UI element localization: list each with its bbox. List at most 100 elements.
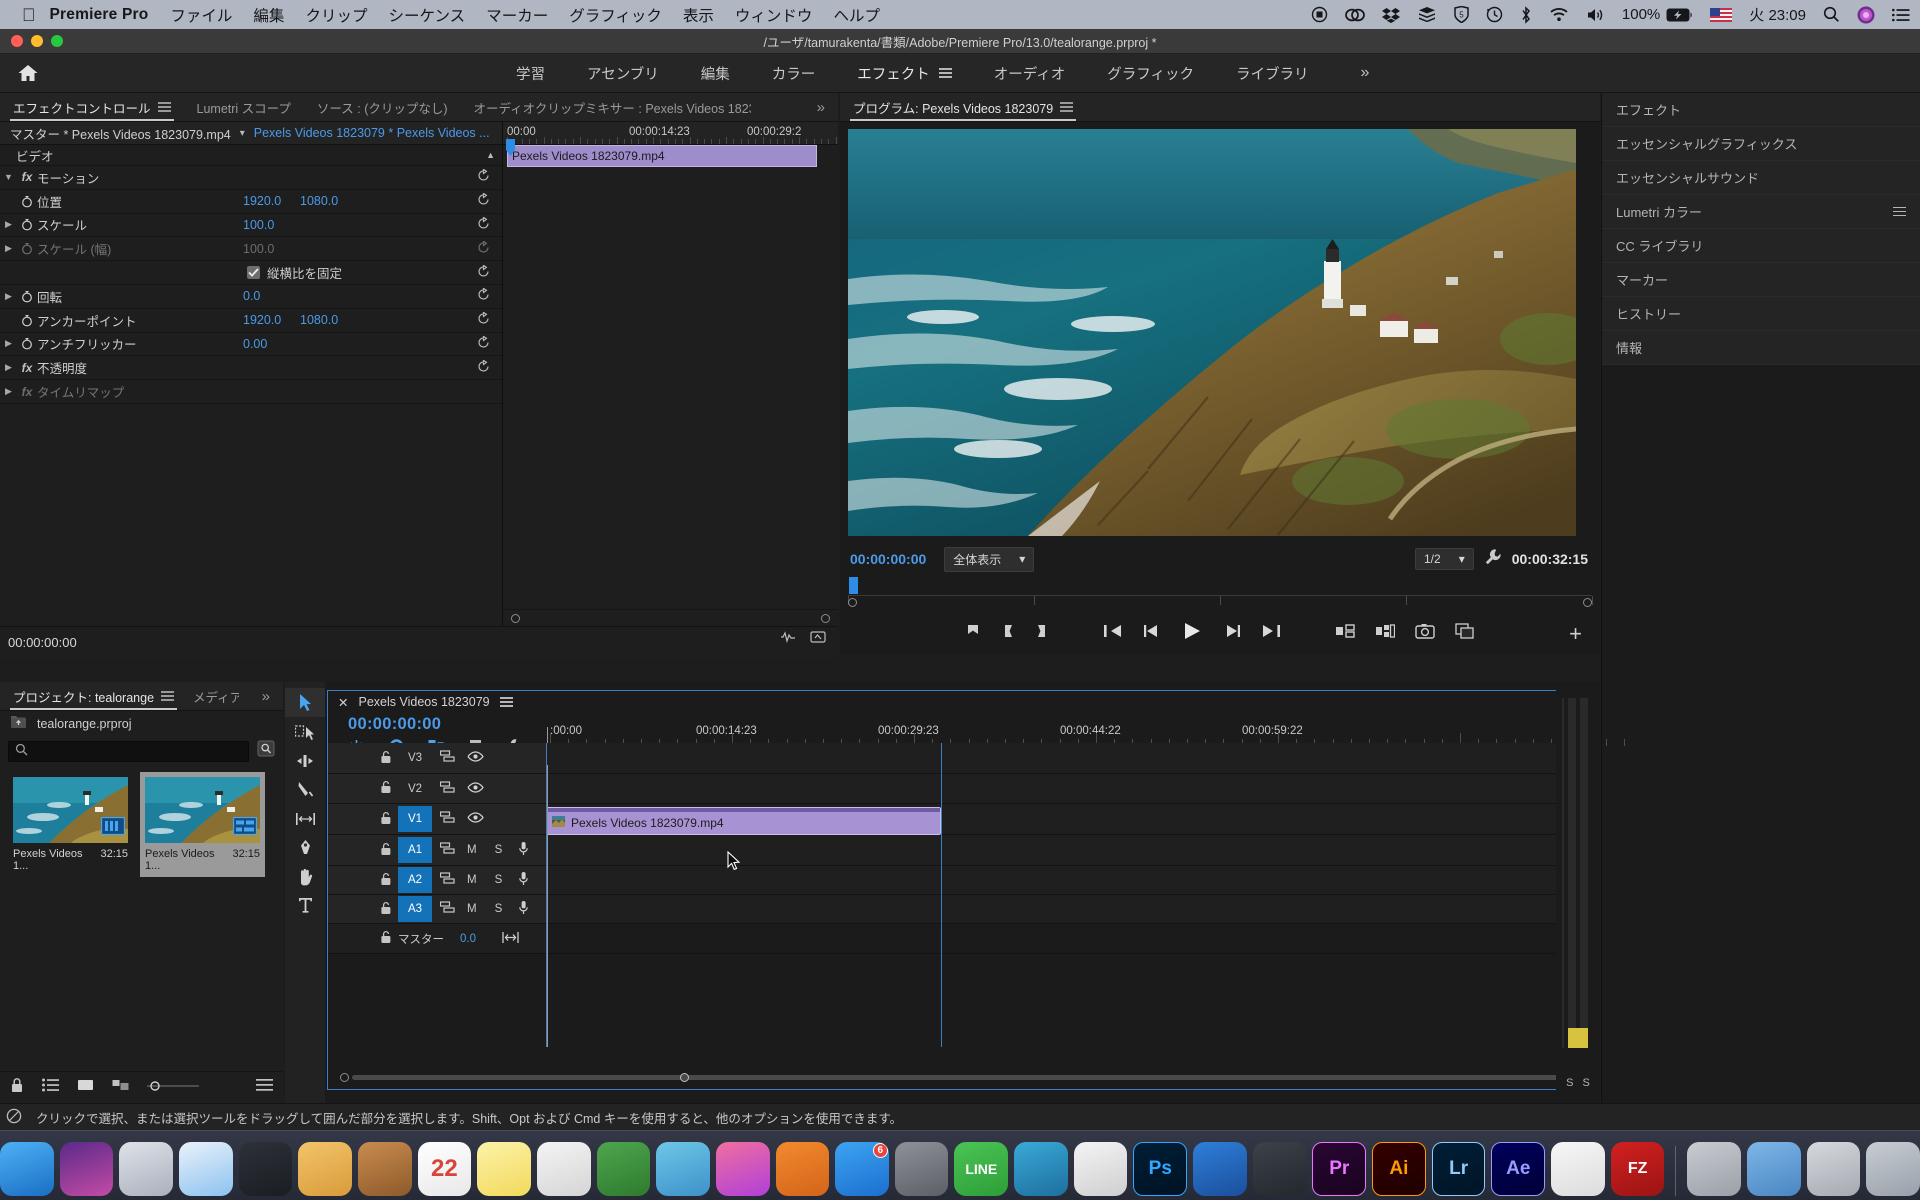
home-icon[interactable] [0,63,56,83]
menubar-clock[interactable]: 火 23:09 [1749,4,1806,25]
dock-item-news[interactable] [536,1142,591,1196]
menubar-app-name[interactable]: Premiere Pro [50,6,149,24]
sidebar-item-effects[interactable]: エフェクト [1602,93,1920,127]
stopwatch-icon[interactable] [17,218,37,231]
stopwatch-icon[interactable] [17,242,37,255]
lock-icon[interactable] [380,901,392,918]
step-forward-icon[interactable] [1223,624,1241,643]
twirl-icon[interactable]: ▶ [0,338,17,349]
workspace-tab-assembly[interactable]: アセンブリ [587,63,659,84]
menu-file[interactable]: ファイル [170,4,232,26]
program-current-timecode[interactable]: 00:00:00:00 [850,551,926,567]
dock-item-trash[interactable] [1866,1142,1920,1196]
mute-button[interactable]: M [467,874,477,886]
dock-item-calendar[interactable]: 22 [417,1142,472,1196]
scroll-track[interactable] [511,614,830,623]
icon-view-icon[interactable] [77,1078,94,1097]
workspace-tab-editing[interactable]: 編集 [701,63,730,84]
lock-icon[interactable] [380,872,392,889]
fx-value-y[interactable]: 1080.0 [300,313,338,327]
effect-controls-timeline[interactable]: 00:00 00:00:14:23 00:00:29:2 Pexels Vide… [503,122,838,626]
menu-sequence[interactable]: シーケンス [388,4,465,26]
effect-controls-overflow-icon[interactable]: » [804,93,838,121]
master-meter-icon[interactable] [502,931,519,947]
eye-icon[interactable] [467,781,484,796]
reset-icon[interactable] [477,239,490,257]
effect-controls-scrollbar[interactable] [503,609,838,626]
fx-value[interactable]: 100.0 [243,242,274,256]
menu-help[interactable]: ヘルプ [833,4,880,26]
project-item[interactable]: Pexels Videos 1... 32:15 [140,772,265,877]
eye-icon[interactable] [467,812,484,826]
dock-item-pages[interactable] [1551,1142,1605,1196]
sync-lock-icon[interactable] [439,872,455,888]
track-name-label[interactable]: A2 [398,867,432,893]
fx-param-anchor-point[interactable]: アンカーポイント 1920.0 1080.0 [0,309,502,333]
track-name-label[interactable]: A1 [398,837,432,863]
scroll-handle-right[interactable] [821,614,830,623]
step-back-icon[interactable] [1143,624,1161,643]
reset-icon[interactable] [477,216,490,233]
scroll-handle-left[interactable] [511,614,520,623]
meter-solo-right[interactable]: S [1583,1077,1590,1089]
checkbox-checked-icon[interactable] [247,266,260,280]
collapse-icon[interactable]: ▲ [486,150,495,160]
slip-tool[interactable] [285,804,325,833]
bluetooth-icon[interactable] [1520,5,1532,24]
hand-tool[interactable] [285,862,325,891]
volume-icon[interactable] [1586,7,1605,23]
export-frame-icon[interactable] [1415,623,1435,644]
dock-item-printer[interactable] [1806,1142,1861,1196]
dock-item-premiere-pro[interactable]: Pr [1312,1142,1367,1196]
workspace-tab-learning[interactable]: 学習 [516,63,545,84]
twirl-icon[interactable]: ▶ [0,291,17,302]
search-input[interactable] [8,740,249,762]
hamburger-icon[interactable] [1893,204,1906,219]
dock-item-downloads-folder[interactable] [1747,1142,1801,1196]
fx-value[interactable]: 0.0 [243,289,260,303]
control-center-icon[interactable] [1892,8,1910,22]
reset-icon[interactable] [477,192,490,209]
creative-cloud-icon[interactable] [1345,7,1365,23]
scroll-handle-right[interactable] [680,1073,689,1082]
play-icon[interactable] [1181,621,1203,646]
battery-charging-icon[interactable] [1666,8,1693,22]
folder-up-icon[interactable] [10,715,27,732]
scroll-handle-right[interactable] [1583,598,1592,607]
menu-marker[interactable]: マーカー [486,4,548,26]
track-lane-a2[interactable] [546,866,1596,894]
dock-item-line[interactable]: LINE [954,1142,1009,1196]
track-row-v3[interactable]: V3 [328,743,1596,774]
menu-clip[interactable]: クリップ [305,4,367,26]
fx-group-motion[interactable]: ▼ fx モーション [0,166,502,190]
zoom-slider[interactable] [147,1079,199,1097]
fit-zoom-select[interactable]: 全体表示 ▾ [944,546,1035,572]
scroll-handle-left[interactable] [848,598,857,607]
settings-wrench-icon[interactable] [1484,548,1502,571]
dock-item-itunes[interactable] [715,1142,770,1196]
sync-lock-icon[interactable] [439,842,455,858]
selection-tool[interactable] [285,688,325,717]
dock-item-finder[interactable] [0,1142,54,1196]
fx-param-anti-flicker[interactable]: ▶ アンチフリッカー 0.00 [0,333,502,357]
dock-item-maps[interactable] [656,1142,710,1196]
fx-group-opacity[interactable]: ▶ fx 不透明度 [0,356,502,381]
project-item[interactable]: Pexels Videos 1... 32:15 [8,772,133,877]
dock-item-mail[interactable] [298,1142,352,1196]
list-view-icon[interactable] [42,1078,59,1097]
track-row-a1[interactable]: A1 M S [328,835,1596,866]
minimize-window-button[interactable] [31,35,43,47]
timeline-horizontal-scrollbar[interactable] [328,1069,1596,1089]
workspace-tab-audio[interactable]: オーディオ [994,63,1066,84]
program-duration-timecode[interactable]: 00:00:32:15 [1512,551,1588,567]
sidebar-item-info[interactable]: 情報 [1602,331,1920,365]
meter-solo-left[interactable]: S [1566,1077,1573,1089]
solo-button[interactable]: S [495,903,503,915]
mark-out-icon[interactable] [1035,623,1049,644]
menu-edit[interactable]: 編集 [253,4,284,26]
track-name-label[interactable]: V3 [398,745,432,771]
twirl-icon[interactable]: ▶ [0,386,17,397]
maximize-window-button[interactable] [51,35,63,47]
reset-icon[interactable] [477,335,490,352]
menu-view[interactable]: 表示 [683,4,714,26]
